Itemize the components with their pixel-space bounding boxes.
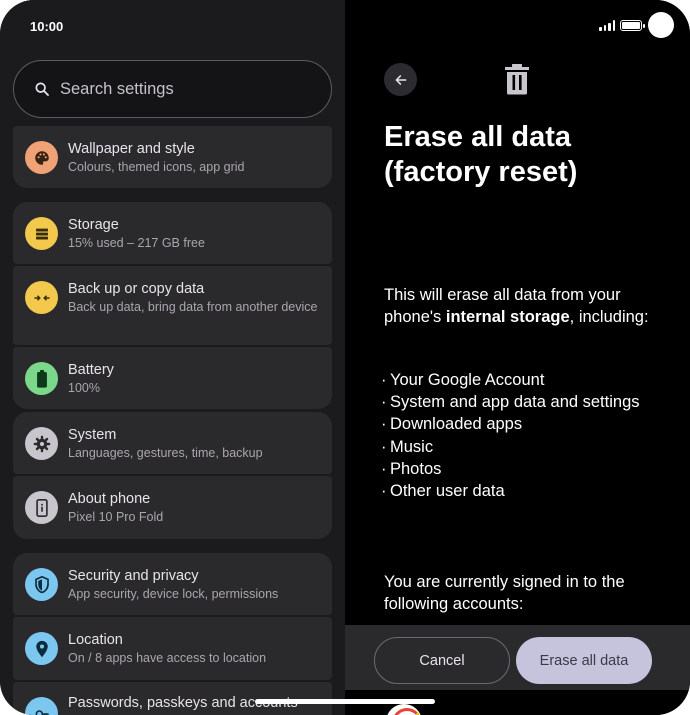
- status-icons: [599, 20, 645, 31]
- settings-item-battery[interactable]: Battery 100%: [13, 347, 332, 409]
- settings-item-storage[interactable]: Storage 15% used – 217 GB free: [13, 202, 332, 264]
- settings-item-subtitle: On / 8 apps have access to location: [68, 651, 267, 665]
- storage-icon: [25, 217, 58, 250]
- settings-list-pane: 10:00 Search settings Wallpaper and styl…: [0, 0, 345, 715]
- list-item: · Downloaded apps: [381, 414, 523, 433]
- status-time: 10:00: [30, 19, 64, 34]
- settings-item-subtitle: Pixel 10 Pro Fold: [68, 510, 164, 524]
- erased-items-list: · Your Google Account · System and app dat…: [381, 370, 676, 503]
- key-icon: [25, 697, 58, 715]
- backup-transfer-icon: [25, 281, 58, 314]
- back-button[interactable]: [384, 63, 417, 96]
- signed-in-accounts-text: You are currently signed in to the follo…: [384, 573, 625, 613]
- settings-item-title: Security and privacy: [68, 568, 199, 584]
- palette-icon: [25, 141, 58, 174]
- list-item: · Music: [381, 438, 434, 457]
- page-title: Erase all data (factory reset): [384, 121, 578, 188]
- signal-icon: [599, 20, 615, 31]
- settings-item-about-phone[interactable]: About phone Pixel 10 Pro Fold: [13, 476, 332, 539]
- gesture-navigation-bar[interactable]: [255, 699, 435, 704]
- settings-item-location[interactable]: Location On / 8 apps have access to loca…: [13, 617, 332, 680]
- battery-status-icon: [620, 20, 645, 31]
- settings-item-subtitle: App security, device lock, permissions: [68, 587, 279, 601]
- settings-item-title: About phone: [68, 491, 151, 507]
- list-item: · Photos: [381, 460, 442, 479]
- erase-all-data-button[interactable]: Erase all data: [516, 637, 652, 684]
- settings-item-security[interactable]: Security and privacy App security, devic…: [13, 553, 332, 615]
- settings-item-subtitle: 100%: [68, 381, 100, 395]
- erase-description: This will erase all data from your phone…: [384, 284, 674, 328]
- settings-item-title: Storage: [68, 217, 119, 233]
- gear-icon: [25, 427, 58, 460]
- settings-item-subtitle: Languages, gestures, time, backup: [68, 446, 263, 460]
- settings-item-subtitle: Colours, themed icons, app grid: [68, 160, 245, 174]
- erase-description-text-end: , including:: [569, 308, 649, 326]
- search-placeholder: Search settings: [60, 79, 174, 98]
- erase-description-emphasis: internal storage: [445, 308, 570, 326]
- settings-item-title: Battery: [68, 362, 114, 378]
- settings-item-title: Wallpaper and style: [68, 141, 195, 157]
- settings-item-backup[interactable]: Back up or copy data Back up data, bring…: [13, 266, 332, 345]
- settings-item-subtitle: Back up data, bring data from another de…: [68, 300, 318, 314]
- settings-item-title: System: [68, 427, 117, 443]
- settings-item-system[interactable]: System Languages, gestures, time, backup: [13, 412, 332, 474]
- phone-info-icon: [25, 491, 58, 524]
- device-frame: 10:00 Search settings Wallpaper and styl…: [0, 0, 690, 715]
- camera-cutout: [648, 12, 674, 38]
- arrow-back-icon: [395, 74, 406, 85]
- shield-icon: [25, 568, 58, 601]
- settings-item-wallpaper[interactable]: Wallpaper and style Colours, themed icon…: [13, 126, 332, 188]
- trash-icon: [505, 64, 529, 95]
- settings-item-subtitle: 15% used – 217 GB free: [68, 236, 205, 250]
- list-item: · Your Google Account: [381, 371, 545, 389]
- search-input[interactable]: Search settings: [13, 60, 332, 118]
- battery-icon: [25, 362, 58, 395]
- settings-item-title: Location: [68, 632, 123, 648]
- list-item: · System and app data and settings: [381, 392, 640, 411]
- settings-item-title: Back up or copy data: [68, 281, 205, 297]
- location-pin-icon: [25, 632, 58, 665]
- list-item: · Other user data: [381, 481, 505, 500]
- search-icon: [35, 82, 49, 96]
- cancel-button[interactable]: Cancel: [374, 637, 510, 684]
